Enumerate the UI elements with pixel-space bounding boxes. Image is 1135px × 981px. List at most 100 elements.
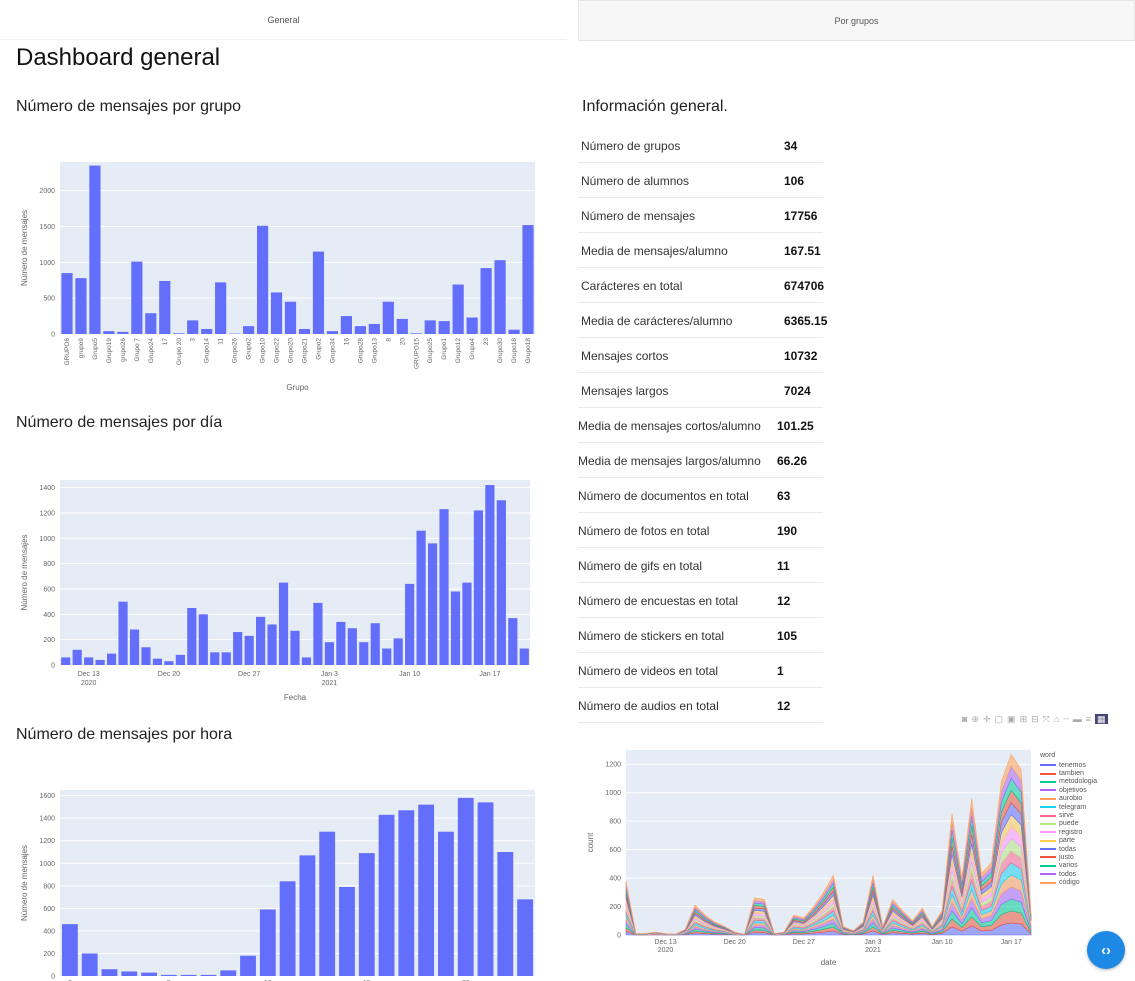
zoom-icon[interactable]: ⊕ xyxy=(971,714,983,724)
hora-bar xyxy=(240,955,256,976)
y-tick-label: 1600 xyxy=(39,793,55,800)
legend-item[interactable]: telegram xyxy=(1040,803,1097,811)
legend-item[interactable]: tenemos xyxy=(1040,761,1097,769)
tab-bar: General Por grupos xyxy=(0,0,1135,41)
legend-item[interactable]: varios xyxy=(1040,862,1097,870)
dia-bar xyxy=(370,623,380,665)
y-tick-label: 1000 xyxy=(605,790,621,797)
x-tick-label: Dec 20 xyxy=(158,671,180,678)
x-tick-label: Grupo2 xyxy=(246,338,253,360)
hora-bar xyxy=(259,909,276,976)
grupo-bar xyxy=(410,333,422,334)
tab-por-grupos[interactable]: Por grupos xyxy=(578,0,1135,41)
y-tick-label: 0 xyxy=(51,332,55,339)
legend-item[interactable]: código xyxy=(1040,878,1097,886)
x-tick-label: Grupo2 xyxy=(315,338,322,360)
info-value: 12 xyxy=(777,594,791,608)
info-label: Número de alumnos xyxy=(581,174,690,188)
grupo-bar xyxy=(382,301,394,334)
x-tick-label: Dec 27 xyxy=(238,671,260,678)
info-row: Número de fotos en total 190 xyxy=(578,513,823,548)
hora-bar xyxy=(517,899,534,976)
grupo-bar xyxy=(173,333,185,334)
grupo-bar xyxy=(438,321,450,334)
x-tick-label: GRUPO6 xyxy=(64,338,71,366)
legend-swatch xyxy=(1040,806,1056,809)
legend-swatch xyxy=(1040,839,1056,842)
grupo-bar xyxy=(424,320,436,334)
y-tick-label: 0 xyxy=(51,974,55,981)
info-label: Número de documentos en total xyxy=(578,489,749,503)
info-row: Número de grupos 34 xyxy=(578,128,823,163)
x-tick-label: 11 xyxy=(218,338,225,345)
info-label: Número de gifs en total xyxy=(578,559,703,573)
grupo-bar xyxy=(284,301,297,334)
legend-item[interactable]: parte xyxy=(1040,837,1097,845)
tab-general[interactable]: General xyxy=(0,0,567,40)
grupo-bar xyxy=(298,328,311,334)
x-axis-title: Fecha xyxy=(284,693,307,702)
hora-bar xyxy=(457,797,474,976)
grupo-bar xyxy=(522,225,534,334)
lasso-icon[interactable]: ▣ xyxy=(1007,714,1020,724)
hora-bar xyxy=(61,924,78,976)
grupo-bar xyxy=(256,225,269,334)
x-tick-label: Grupo4 xyxy=(469,338,476,360)
legend-swatch xyxy=(1040,780,1056,783)
dia-bar xyxy=(221,652,231,665)
legend-item[interactable]: puede xyxy=(1040,820,1097,828)
dia-bar xyxy=(95,659,105,665)
x-tick-label: Grupo1 xyxy=(441,338,448,360)
dia-bar xyxy=(72,649,82,665)
dia-bar xyxy=(301,657,312,665)
autoscale-icon[interactable]: ⤧ xyxy=(1043,714,1054,724)
grupo-bar xyxy=(340,316,352,334)
legend-item[interactable]: todas xyxy=(1040,845,1097,853)
x-tick-label: 3 xyxy=(190,338,197,342)
x-tick-label: grupo9 xyxy=(78,338,85,359)
info-label: Media de carácteres/alumno xyxy=(581,314,733,328)
pan-icon[interactable]: ✛ xyxy=(983,714,995,724)
x-tick-label: Dec 20 xyxy=(724,939,746,946)
box-select-icon[interactable]: ▢ xyxy=(995,714,1008,724)
x-tick-label: Grupo30 xyxy=(497,338,504,364)
info-label: Número de grupos xyxy=(581,139,681,153)
grupo-bar xyxy=(145,313,157,334)
legend-item[interactable]: aurobio xyxy=(1040,795,1097,803)
y-axis-title: Número de mensajes xyxy=(20,534,29,610)
legend-item[interactable]: registro xyxy=(1040,828,1097,836)
x-tick-sublabel: 2021 xyxy=(865,947,881,954)
x-tick-label: 23 xyxy=(483,338,490,346)
plot-modebar[interactable]: ◙⊕✛▢▣⊞⊟⤧⌂┄▬≡ ▦ xyxy=(962,714,1108,726)
info-value: 66.26 xyxy=(777,454,808,468)
chart-words-area: 0 200 400 600 800 1000 1200 count Dec 132020 Dec … xyxy=(586,750,1032,967)
plotly-logo-icon[interactable]: ▦ xyxy=(1094,714,1108,724)
chart-mensajes-por-hora: 0 200 400 600 800 1000 1200 1400 1600 Número de m… xyxy=(20,790,535,981)
zoom-out-icon[interactable]: ⊟ xyxy=(1031,714,1043,724)
x-tick-sublabel: 2020 xyxy=(658,947,674,954)
legend-label: objetivos xyxy=(1059,786,1087,794)
x-tick-label: 16 xyxy=(343,338,350,346)
legend-item[interactable]: sirve xyxy=(1040,811,1097,819)
x-tick-label: Grupo 7 xyxy=(134,338,141,362)
legend-item[interactable]: metodologia xyxy=(1040,778,1097,786)
zoom-in-icon[interactable]: ⊞ xyxy=(1020,714,1032,724)
code-brackets-icon[interactable]: ‹› xyxy=(1087,931,1125,969)
legend-item[interactable]: tambien xyxy=(1040,769,1097,777)
legend-label: parte xyxy=(1059,837,1075,845)
grupo-bar xyxy=(452,284,464,334)
legend-item[interactable]: justo xyxy=(1040,853,1097,861)
x-tick-label: Jan 10 xyxy=(399,671,420,678)
x-tick-label: Grupo18 xyxy=(511,338,518,364)
info-value: 11 xyxy=(777,559,790,573)
y-tick-label: 1000 xyxy=(39,260,55,267)
x-axis-title: Grupo xyxy=(286,383,309,392)
info-row: Número de encuestas en total 12 xyxy=(578,583,823,618)
spike-lines-icon[interactable]: ┄ xyxy=(1063,714,1072,724)
hover-closest-icon[interactable]: ▬ xyxy=(1073,714,1086,724)
hora-bar xyxy=(279,881,296,976)
hover-compare-icon[interactable]: ≡ xyxy=(1086,714,1095,724)
legend-item[interactable]: objetivos xyxy=(1040,786,1097,794)
reset-axes-icon[interactable]: ⌂ xyxy=(1054,714,1063,724)
legend-item[interactable]: todos xyxy=(1040,870,1097,878)
